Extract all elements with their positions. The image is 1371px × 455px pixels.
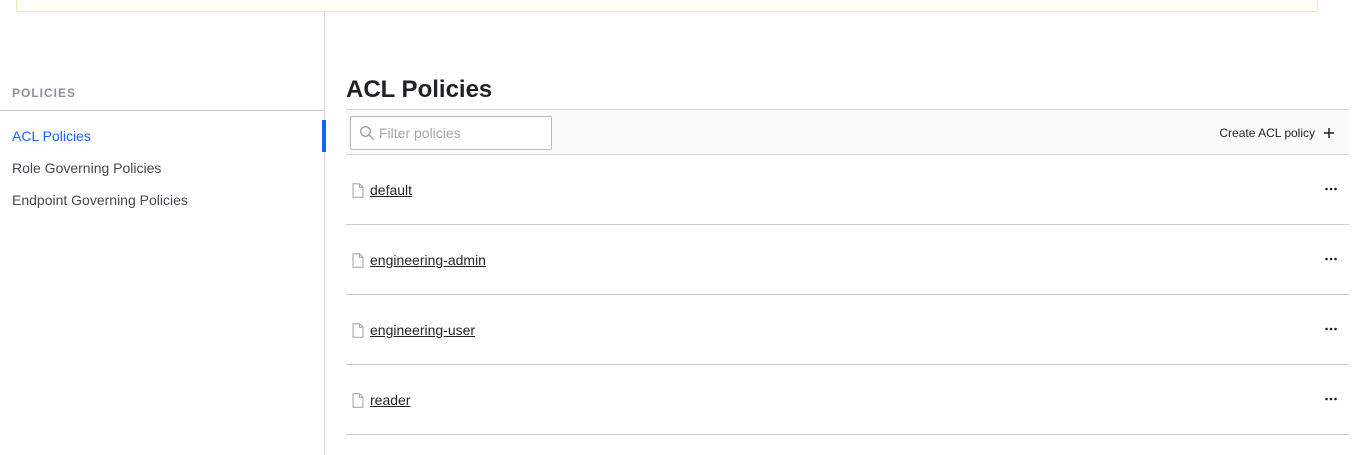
- more-horizontal-icon[interactable]: [1323, 321, 1339, 337]
- policy-link[interactable]: reader: [370, 392, 410, 408]
- file-icon: [352, 253, 364, 268]
- list-item: engineering-user: [346, 295, 1349, 365]
- list-item: engineering-admin: [346, 225, 1349, 295]
- policy-link[interactable]: engineering-user: [370, 322, 475, 338]
- file-icon: [352, 323, 364, 338]
- sidebar-item-label: ACL Policies: [12, 128, 91, 144]
- policy-list: default engineering-admin engineering-us…: [346, 155, 1349, 435]
- sidebar-item-role-governing-policies[interactable]: Role Governing Policies: [0, 152, 325, 184]
- policy-link[interactable]: engineering-admin: [370, 252, 486, 268]
- create-acl-policy-button[interactable]: Create ACL policy: [1219, 122, 1335, 144]
- more-horizontal-icon[interactable]: [1323, 181, 1339, 197]
- more-horizontal-icon[interactable]: [1323, 251, 1339, 267]
- list-item: default: [346, 155, 1349, 225]
- page-title: ACL Policies: [346, 76, 493, 103]
- search-box[interactable]: [350, 116, 552, 150]
- sidebar-item-label: Role Governing Policies: [12, 160, 162, 176]
- more-horizontal-icon[interactable]: [1323, 391, 1339, 407]
- sidebar-item-endpoint-governing-policies[interactable]: Endpoint Governing Policies: [0, 184, 325, 216]
- plus-icon: [1324, 128, 1334, 138]
- sidebar-divider: [0, 110, 324, 111]
- sidebar: POLICIES ACL Policies Role Governing Pol…: [0, 12, 326, 455]
- search-icon: [360, 126, 375, 141]
- list-item: reader: [346, 365, 1349, 435]
- file-icon: [352, 183, 364, 198]
- main-content: ACL Policies Create ACL policy default: [346, 0, 1349, 455]
- create-acl-policy-label: Create ACL policy: [1219, 126, 1315, 140]
- search-input[interactable]: [379, 117, 549, 149]
- sidebar-item-acl-policies[interactable]: ACL Policies: [0, 120, 326, 152]
- policy-link[interactable]: default: [370, 182, 412, 198]
- sidebar-item-label: Endpoint Governing Policies: [12, 192, 188, 208]
- toolbar: Create ACL policy: [346, 109, 1349, 155]
- sidebar-heading: POLICIES: [12, 86, 77, 100]
- sidebar-nav: ACL Policies Role Governing Policies End…: [0, 120, 326, 216]
- file-icon: [352, 393, 364, 408]
